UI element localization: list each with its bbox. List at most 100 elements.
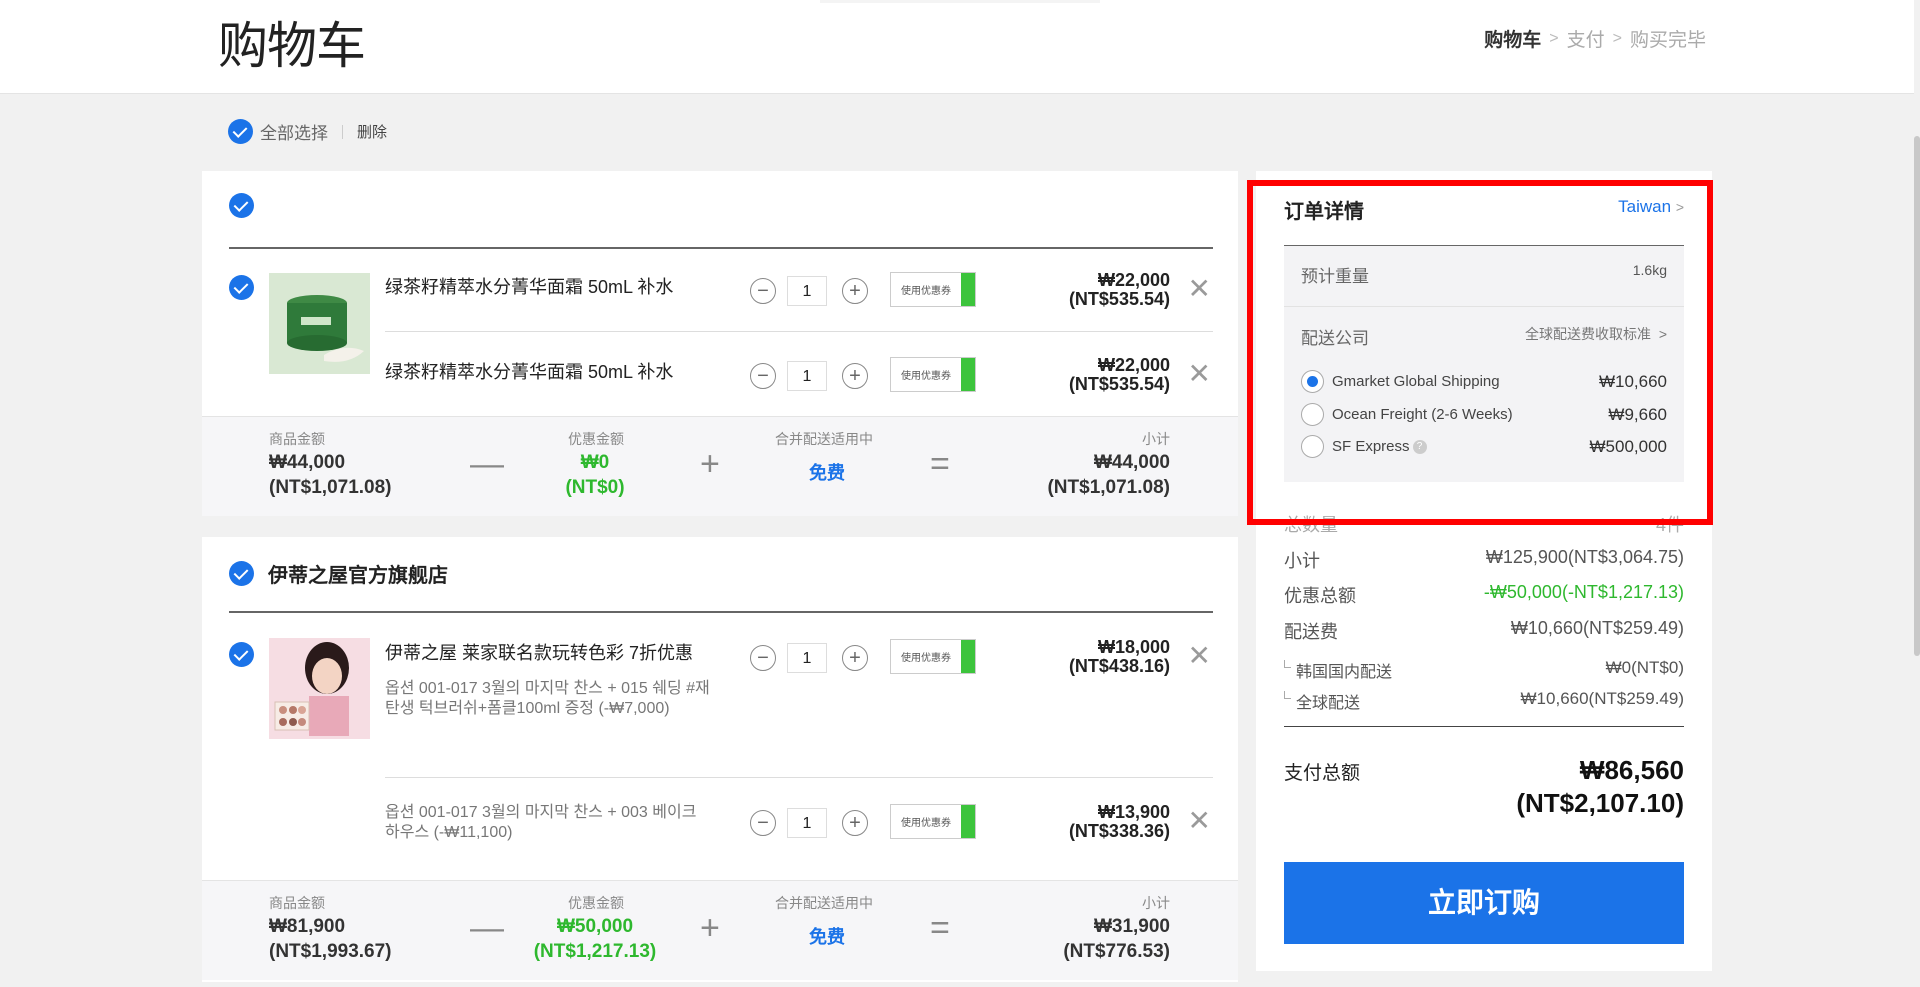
discount-amount: ₩0 (NT$0): [565, 450, 625, 500]
store-checkbox[interactable]: [229, 561, 254, 586]
payment-total-krw: ₩86,560: [1579, 755, 1684, 785]
subtotal-krw: ₩31,900: [1093, 916, 1170, 937]
plus-icon[interactable]: +: [842, 363, 868, 389]
quantity-input[interactable]: 1: [787, 361, 827, 391]
divider: [229, 247, 1213, 249]
payment-total-label: 支付总额: [1284, 763, 1361, 784]
subtotal-label: 小计: [1142, 895, 1170, 911]
global-shipping-row: 全球配送 ₩10,660(NT$259.49): [1284, 689, 1684, 713]
coupon-button[interactable]: 使用优惠券: [890, 357, 976, 392]
goods-amount-label: 商品金额: [269, 431, 325, 447]
product-option: 옵션 001-017 3월의 마지막 찬스 + 003 베이크 하우스 (-₩1…: [385, 804, 697, 841]
shipping-free: 免费: [809, 927, 845, 947]
global-shipping-value: ₩10,660(NT$259.49): [1520, 689, 1684, 708]
discount-krw: ₩0: [580, 452, 610, 473]
cart-item: 伊蒂之屋 莱家联名款玩转色彩 7折优惠 옵션 001-017 3월의 마지막 찬…: [202, 638, 1238, 788]
item-checkbox[interactable]: [229, 642, 254, 667]
select-all-checkbox[interactable]: [228, 119, 253, 144]
price-krw: ₩22,000: [1097, 355, 1170, 375]
delete-button[interactable]: 删除: [357, 121, 387, 142]
price-krw: ₩18,000: [1097, 637, 1170, 657]
close-icon[interactable]: ✕: [1188, 275, 1211, 303]
quantity-stepper: − 1 +: [750, 276, 868, 306]
item-checkbox[interactable]: [229, 275, 254, 300]
subtotal-label: 小计: [1284, 551, 1320, 571]
shipping-label: 合并配送适用中: [775, 895, 873, 911]
goods-amount: ₩44,000 (NT$1,071.08): [269, 450, 392, 500]
coupon-button[interactable]: 使用优惠券: [890, 804, 976, 839]
product-name[interactable]: 绿茶籽精萃水分菁华面霜 50mL 补水: [385, 360, 715, 384]
store-checkbox[interactable]: [229, 193, 254, 218]
payment-total-local: (NT$2,107.10): [1516, 788, 1684, 818]
step-cart: 购物车: [1484, 30, 1542, 51]
minus-icon[interactable]: −: [750, 645, 776, 671]
minus-icon[interactable]: −: [750, 810, 776, 836]
checkout-steps: 购物车 > 支付 > 购买完毕: [1484, 25, 1706, 52]
minus-icon[interactable]: −: [750, 278, 776, 304]
select-all-label[interactable]: 全部选择: [260, 119, 328, 144]
equals-icon: =: [930, 909, 950, 947]
quantity-input[interactable]: 1: [787, 276, 827, 306]
scrollbar[interactable]: [1914, 0, 1920, 987]
minus-icon: —: [470, 909, 504, 947]
coupon-button[interactable]: 使用优惠券: [890, 272, 976, 307]
product-image[interactable]: [269, 638, 370, 739]
item-price: ₩22,000 (NT$535.54): [1069, 356, 1170, 394]
product-option: 옵션 001-017 3월의 마지막 찬스 + 015 쉐딩 #재탄생 턱브러쉬…: [385, 680, 710, 717]
plus-icon[interactable]: +: [842, 810, 868, 836]
item-price: ₩22,000 (NT$535.54): [1069, 271, 1170, 309]
scrollbar-thumb[interactable]: [1914, 136, 1920, 656]
goods-amount: ₩81,900 (NT$1,993.67): [269, 914, 392, 964]
divider: [229, 611, 1213, 613]
order-now-button[interactable]: 立即订购: [1284, 862, 1684, 944]
divider: [1284, 726, 1684, 727]
quantity-stepper: − 1 +: [750, 808, 868, 838]
store-header: [229, 193, 268, 218]
discount-local: (NT$1,217.13): [533, 941, 657, 962]
shipping-fee-label: 配送费: [1284, 622, 1338, 642]
minus-icon[interactable]: −: [750, 363, 776, 389]
divider: [385, 331, 1213, 332]
close-icon[interactable]: ✕: [1188, 360, 1211, 388]
quantity-input[interactable]: 1: [787, 808, 827, 838]
discount-local: (NT$0): [565, 477, 625, 498]
store-name[interactable]: 伊蒂之屋官方旗舰店: [268, 559, 448, 588]
subtotal-local: (NT$776.53): [1063, 941, 1170, 962]
global-shipping-label: 全球配送: [1284, 689, 1360, 713]
discount-amount-label: 优惠金额: [568, 895, 624, 911]
header-fade: [820, 0, 1100, 3]
coupon-tab: [961, 358, 975, 391]
discount-value: -₩50,000(-NT$1,217.13): [1483, 582, 1684, 602]
domestic-shipping-value: ₩0(NT$0): [1605, 658, 1684, 677]
coupon-button[interactable]: 使用优惠券: [890, 639, 976, 674]
discount-amount-label: 优惠金额: [568, 431, 624, 447]
store-summary: 商品金额 ₩44,000 (NT$1,071.08) — 优惠金额 ₩0 (NT…: [202, 416, 1238, 516]
shipping-fee-row: 配送费 ₩10,660(NT$259.49): [1284, 618, 1684, 644]
cart-item: 옵션 001-017 3월의 마지막 찬스 + 003 베이크 하우스 (-₩1…: [202, 803, 1238, 863]
divider: [342, 124, 343, 139]
coupon-label: 使用优惠券: [901, 818, 951, 829]
page-title: 购物车: [218, 18, 366, 74]
domestic-shipping-label: 韩国国内配送: [1284, 658, 1392, 682]
plus-icon[interactable]: +: [842, 278, 868, 304]
close-icon[interactable]: ✕: [1188, 642, 1211, 670]
quantity-input[interactable]: 1: [787, 643, 827, 673]
plus-icon[interactable]: +: [842, 645, 868, 671]
coupon-label: 使用优惠券: [901, 286, 951, 297]
minus-icon: —: [470, 445, 504, 483]
price-krw: ₩13,900: [1097, 802, 1170, 822]
goods-krw: ₩44,000: [269, 452, 346, 473]
coupon-tab: [961, 273, 975, 306]
price-local: (NT$438.16): [1068, 656, 1170, 676]
product-name[interactable]: 伊蒂之屋 莱家联名款玩转色彩 7折优惠: [385, 641, 715, 665]
close-icon[interactable]: ✕: [1188, 807, 1211, 835]
product-name[interactable]: 绿茶籽精萃水分菁华面霜 50mL 补水: [385, 275, 715, 299]
chevron-right-icon: >: [1549, 29, 1559, 47]
step-complete: 购买完毕: [1629, 30, 1706, 51]
subtotal-amount: ₩31,900 (NT$776.53): [1063, 914, 1170, 964]
coupon-label: 使用优惠券: [901, 653, 951, 664]
store-header: 伊蒂之屋官方旗舰店: [229, 559, 448, 588]
discount-amount: ₩50,000 (NT$1,217.13): [528, 914, 662, 964]
highlight-box: [1247, 180, 1713, 525]
goods-local: (NT$1,993.67): [269, 941, 392, 962]
